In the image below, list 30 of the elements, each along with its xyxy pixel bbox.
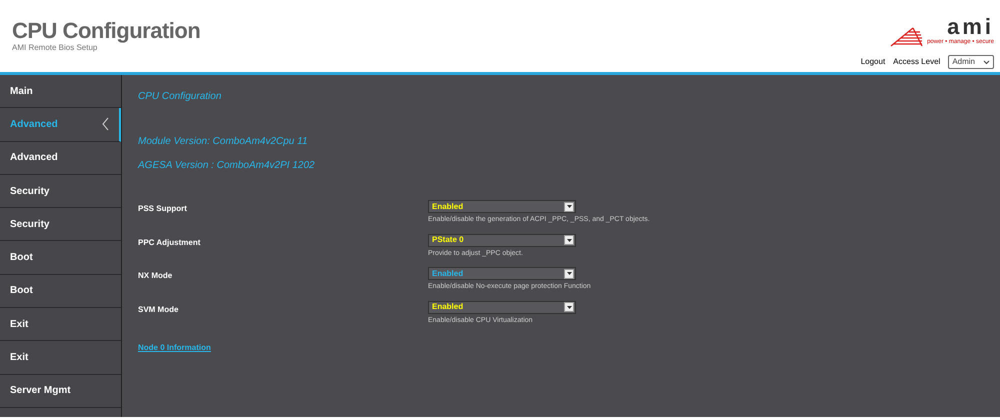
sidebar-item[interactable]: Exit	[0, 308, 121, 342]
setting-label: PSS Support	[138, 203, 188, 215]
chevron-down-icon	[983, 60, 990, 64]
setting-select[interactable]: Enabled	[428, 300, 576, 314]
logo-name: ami	[947, 16, 994, 38]
access-level-select[interactable]: Admin	[948, 55, 994, 69]
sidebar-item[interactable]: Boot	[0, 274, 121, 308]
sidebar-item[interactable]: Exit	[0, 341, 121, 375]
page-subtitle: AMI Remote Bios Setup	[12, 43, 98, 54]
setting-select[interactable]: PState 0	[428, 234, 576, 246]
sidebar-item[interactable]: Advanced	[0, 142, 121, 175]
chevron-left-icon	[102, 117, 109, 132]
sidebar-item[interactable]: Server Mgmt	[0, 374, 121, 408]
sidebar-item[interactable]: Advanced	[0, 108, 121, 142]
sidebar-item[interactable]: Boot	[0, 241, 121, 275]
version-info: Module Version: ComboAm4v2Cpu 11	[138, 135, 309, 149]
version-info: AGESA Version : ComboAm4v2PI 1202	[138, 159, 316, 173]
sidebar-item[interactable]: Security	[0, 208, 121, 242]
setting-label: SVM Mode	[138, 304, 180, 316]
access-level-label: Access Level	[893, 56, 940, 68]
section-heading: CPU Configuration	[138, 90, 222, 104]
logout-link[interactable]: Logout	[860, 56, 886, 68]
node-info-link[interactable]: Node 0 Information	[138, 343, 211, 352]
setting-select[interactable]: Enabled	[428, 200, 576, 213]
setting-label: PPC Adjustment	[138, 236, 202, 249]
page-title: CPU Configuration	[12, 20, 200, 42]
setting-label: NX Mode	[138, 270, 174, 282]
sidebar-item[interactable]: Security	[0, 174, 121, 208]
logo-triangle-icon	[889, 27, 924, 47]
sidebar-item[interactable]: Main	[0, 75, 121, 108]
